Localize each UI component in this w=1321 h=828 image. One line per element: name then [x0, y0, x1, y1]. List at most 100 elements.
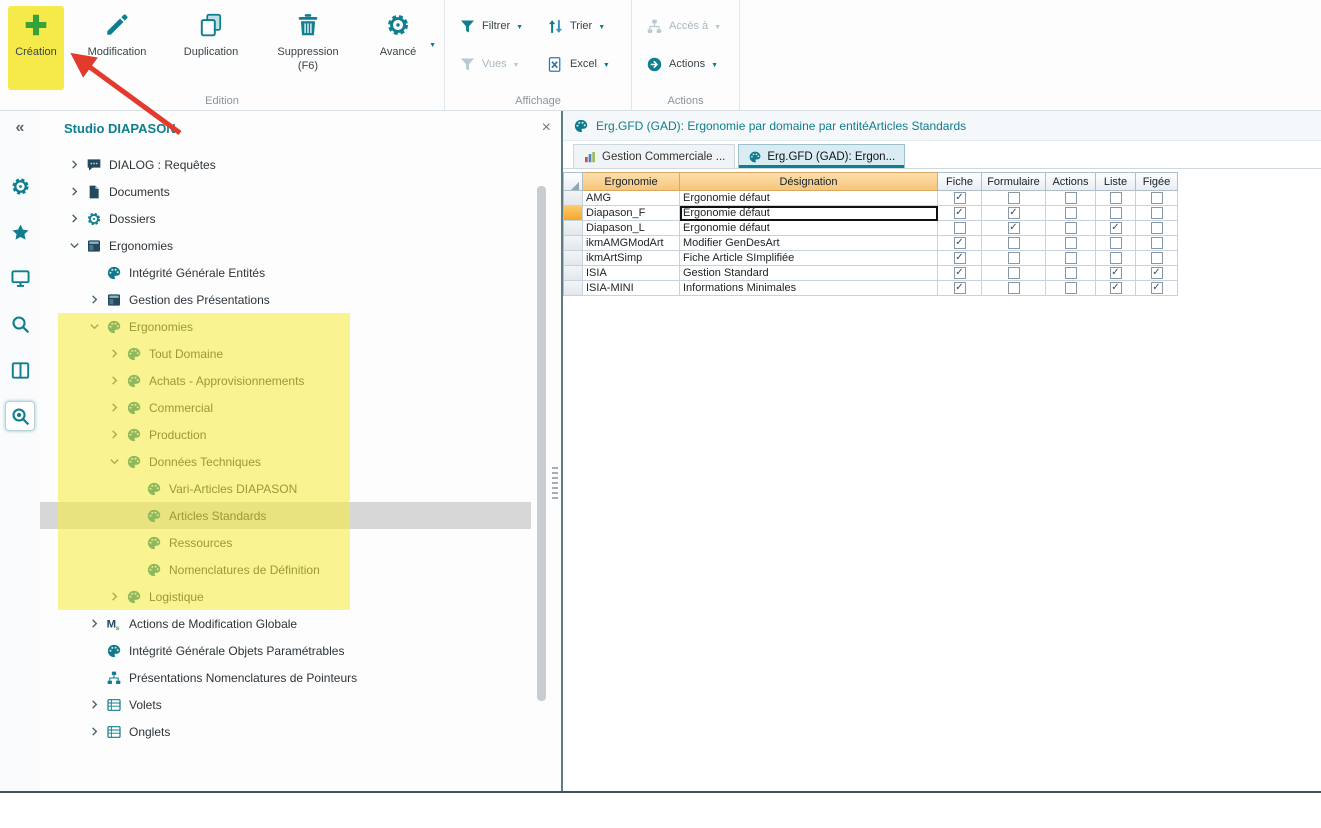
expander-collapsed-icon[interactable]	[84, 294, 104, 305]
cell-fiche[interactable]	[938, 236, 982, 251]
tree-item-volets[interactable]: Volets	[40, 691, 531, 718]
checkbox-figee[interactable]	[1151, 222, 1163, 234]
tree-item-documents[interactable]: Documents	[40, 178, 531, 205]
desktop-strip-button[interactable]	[5, 263, 35, 293]
checkbox-actions[interactable]	[1065, 267, 1077, 279]
checkbox-actions[interactable]	[1065, 282, 1077, 294]
cell-formulaire[interactable]	[982, 281, 1046, 296]
row-selector[interactable]	[563, 236, 583, 251]
checkbox-formulaire[interactable]	[1008, 267, 1020, 279]
tree-item-commercial[interactable]: Commercial	[40, 394, 531, 421]
checkbox-formulaire[interactable]	[1008, 282, 1020, 294]
cell-liste[interactable]	[1096, 236, 1136, 251]
trier-button[interactable]: Trier	[541, 14, 619, 38]
cell-ergonomie[interactable]: ISIA	[583, 266, 680, 281]
tree-item-gestion-des-presentations[interactable]: Gestion des Présentations	[40, 286, 531, 313]
cell-designation[interactable]: Ergonomie défaut	[680, 191, 938, 206]
row-selector[interactable]	[563, 281, 583, 296]
expander-collapsed-icon[interactable]	[104, 402, 124, 413]
modification-button[interactable]: Modification	[74, 6, 160, 90]
cell-liste[interactable]	[1096, 281, 1136, 296]
expander-collapsed-icon[interactable]	[84, 618, 104, 629]
checkbox-actions[interactable]	[1065, 222, 1077, 234]
grid-row-diapason-f[interactable]: Diapason_F Ergonomie défaut	[563, 206, 1178, 221]
acces-a-button[interactable]: Accès à	[640, 14, 727, 38]
row-selector[interactable]	[563, 221, 583, 236]
checkbox-liste[interactable]	[1110, 267, 1122, 279]
cell-liste[interactable]	[1096, 266, 1136, 281]
tree-item-donnees-techniques[interactable]: Données Techniques	[40, 448, 531, 475]
checkbox-fiche[interactable]	[954, 207, 966, 219]
cell-figee[interactable]	[1136, 266, 1178, 281]
grid-row-isia[interactable]: ISIA Gestion Standard	[563, 266, 1178, 281]
checkbox-formulaire[interactable]	[1008, 192, 1020, 204]
dropdown-caret-icon[interactable]	[429, 38, 436, 50]
cell-fiche[interactable]	[938, 281, 982, 296]
grid-row-isia-mini[interactable]: ISIA-MINI Informations Minimales	[563, 281, 1178, 296]
expander-expanded-icon[interactable]	[84, 321, 104, 332]
checkbox-liste[interactable]	[1110, 222, 1122, 234]
cell-fiche[interactable]	[938, 191, 982, 206]
tree-item-integrite-generale-objets[interactable]: Intégrité Générale Objets Paramétrables	[40, 637, 531, 664]
cell-fiche[interactable]	[938, 266, 982, 281]
checkbox-formulaire[interactable]	[1008, 207, 1020, 219]
cell-designation[interactable]: Gestion Standard	[680, 266, 938, 281]
tree-item-ressources[interactable]: Ressources	[40, 529, 531, 556]
column-header-figee[interactable]: Figée	[1136, 172, 1178, 191]
checkbox-liste[interactable]	[1110, 282, 1122, 294]
cell-fiche[interactable]	[938, 206, 982, 221]
cell-designation[interactable]: Fiche Article SImplifiée	[680, 251, 938, 266]
settings-strip-button[interactable]	[5, 171, 35, 201]
actions-button[interactable]: Actions	[640, 52, 727, 76]
checkbox-fiche[interactable]	[954, 252, 966, 264]
collapse-panel-icon[interactable]: «	[16, 119, 25, 137]
select-all-cell[interactable]	[563, 172, 583, 191]
cell-fiche[interactable]	[938, 221, 982, 236]
columns-strip-button[interactable]	[5, 355, 35, 385]
creation-button[interactable]: Création	[8, 6, 64, 90]
tree-scrollbar[interactable]	[537, 186, 546, 701]
checkbox-figee[interactable]	[1151, 282, 1163, 294]
cell-actions[interactable]	[1046, 281, 1096, 296]
tab-erg-gfd[interactable]: Erg.GFD (GAD): Ergon...	[738, 144, 905, 168]
avance-button[interactable]: Avancé	[364, 6, 432, 90]
tree-item-integrite-generale-entites[interactable]: Intégrité Générale Entités	[40, 259, 531, 286]
expander-collapsed-icon[interactable]	[64, 213, 84, 224]
column-header-actions[interactable]: Actions	[1046, 172, 1096, 191]
tree-item-onglets[interactable]: Onglets	[40, 718, 531, 745]
expander-collapsed-icon[interactable]	[84, 726, 104, 737]
cell-formulaire[interactable]	[982, 191, 1046, 206]
grid-row-ikmamgmodart[interactable]: ikmAMGModArt Modifier GenDesArt	[563, 236, 1178, 251]
filtrer-button[interactable]: Filtrer	[453, 14, 531, 38]
suppression-button[interactable]: Suppression (F6)	[262, 6, 354, 90]
cell-ergonomie[interactable]: AMG	[583, 191, 680, 206]
cell-formulaire[interactable]	[982, 251, 1046, 266]
tree-item-logistique[interactable]: Logistique	[40, 583, 531, 610]
tree-item-ergonomies-sub[interactable]: Ergonomies	[40, 313, 531, 340]
column-header-liste[interactable]: Liste	[1096, 172, 1136, 191]
cell-actions[interactable]	[1046, 251, 1096, 266]
tree-item-production[interactable]: Production	[40, 421, 531, 448]
close-icon[interactable]: ×	[542, 120, 551, 136]
checkbox-figee[interactable]	[1151, 192, 1163, 204]
tab-gestion-commerciale[interactable]: Gestion Commerciale ...	[573, 144, 735, 168]
checkbox-liste[interactable]	[1110, 192, 1122, 204]
advanced-search-strip-button[interactable]	[5, 401, 35, 431]
expander-collapsed-icon[interactable]	[104, 591, 124, 602]
column-header-fiche[interactable]: Fiche	[938, 172, 982, 191]
checkbox-actions[interactable]	[1065, 252, 1077, 264]
checkbox-formulaire[interactable]	[1008, 237, 1020, 249]
expander-expanded-icon[interactable]	[104, 456, 124, 467]
column-header-formulaire[interactable]: Formulaire	[982, 172, 1046, 191]
cell-designation-focused[interactable]: Ergonomie défaut	[680, 206, 938, 221]
splitter-grip[interactable]	[552, 467, 558, 501]
grid-row-diapason-l[interactable]: Diapason_L Ergonomie défaut	[563, 221, 1178, 236]
tree-item-tout-domaine[interactable]: Tout Domaine	[40, 340, 531, 367]
cell-formulaire[interactable]	[982, 236, 1046, 251]
checkbox-actions[interactable]	[1065, 237, 1077, 249]
column-header-designation[interactable]: Désignation	[680, 172, 938, 191]
cell-figee[interactable]	[1136, 281, 1178, 296]
tree-item-actions-modification-globale[interactable]: Actions de Modification Globale	[40, 610, 531, 637]
grid-row-ikmartsimp[interactable]: ikmArtSimp Fiche Article SImplifiée	[563, 251, 1178, 266]
checkbox-figee[interactable]	[1151, 267, 1163, 279]
